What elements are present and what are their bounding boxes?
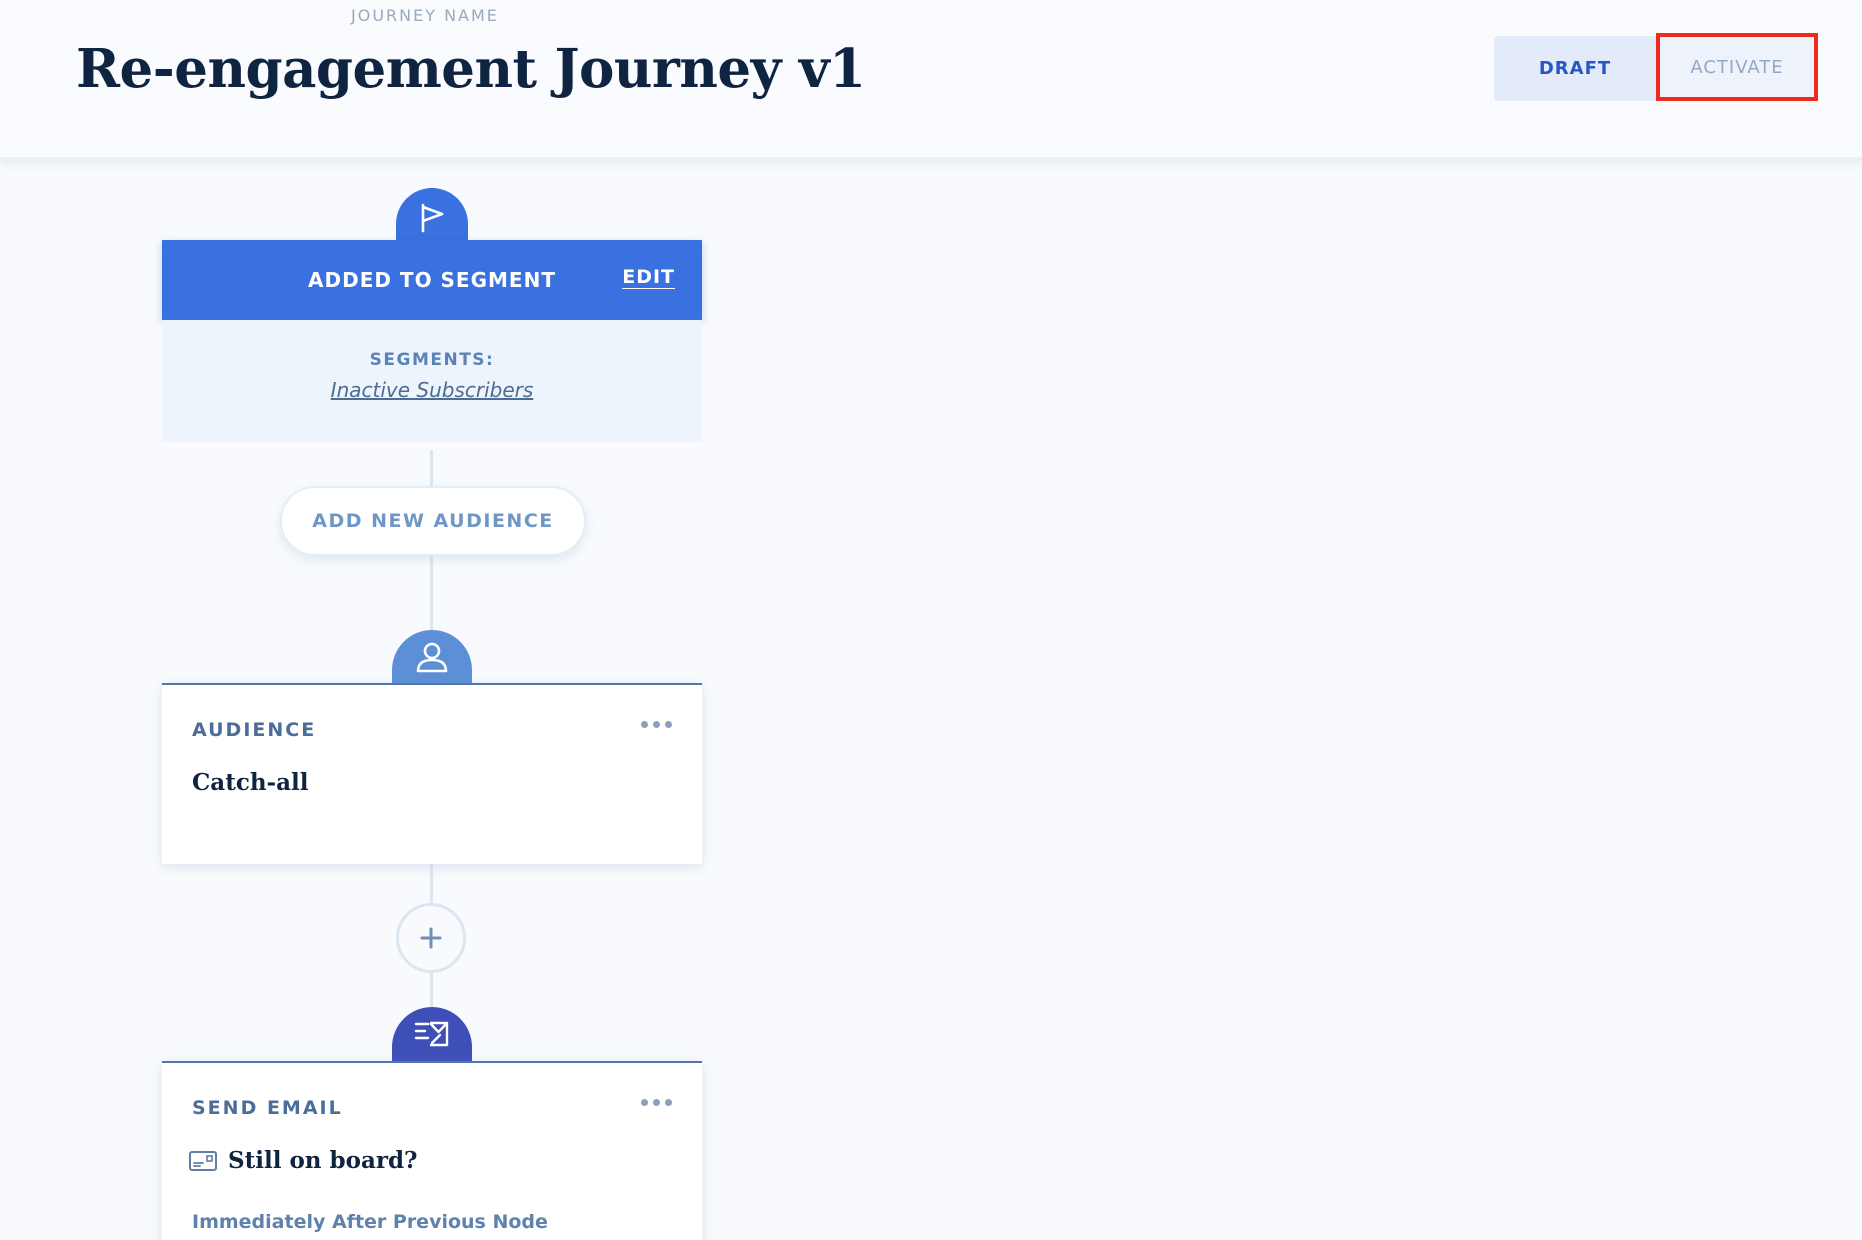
trigger-node-badge <box>396 188 468 248</box>
trigger-node-body: SEGMENTS: Inactive Subscribers <box>162 320 702 442</box>
audience-node-card[interactable]: AUDIENCE Catch-all <box>162 683 702 864</box>
connector-line <box>430 973 433 1007</box>
email-template-row: Still on board? <box>188 1147 418 1174</box>
audience-name: Catch-all <box>192 769 309 796</box>
trigger-title: ADDED TO SEGMENT <box>308 268 556 292</box>
journey-name-label: JOURNEY NAME <box>351 6 499 25</box>
plus-icon <box>420 927 442 949</box>
segment-link[interactable]: Inactive Subscribers <box>162 378 702 402</box>
connector-line <box>430 450 433 486</box>
node-type-label: AUDIENCE <box>192 719 317 741</box>
node-type-label: SEND EMAIL <box>192 1097 343 1119</box>
segments-label: SEGMENTS: <box>369 350 495 370</box>
audience-node-badge <box>392 630 472 684</box>
user-icon <box>416 642 448 673</box>
page-header: JOURNEY NAME Re-engagement Journey v1 DR… <box>0 0 1862 160</box>
email-template-icon <box>189 1150 217 1171</box>
email-node-badge <box>392 1007 472 1061</box>
connector-line <box>430 556 433 630</box>
send-email-icon <box>414 1021 449 1047</box>
flag-icon <box>421 203 444 233</box>
more-options-icon[interactable] <box>641 1099 672 1106</box>
activate-button[interactable]: ACTIVATE <box>1656 33 1818 101</box>
edit-trigger-link[interactable]: EDIT <box>622 266 675 288</box>
add-node-button[interactable] <box>396 903 466 973</box>
trigger-node-header: ADDED TO SEGMENT EDIT <box>162 240 702 320</box>
add-new-audience-button[interactable]: ADD NEW AUDIENCE <box>280 486 586 556</box>
email-timing: Immediately After Previous Node <box>192 1211 548 1233</box>
email-name: Still on board? <box>228 1147 418 1174</box>
more-options-icon[interactable] <box>641 721 672 728</box>
draft-button[interactable]: DRAFT <box>1494 36 1656 101</box>
send-email-node-card[interactable]: SEND EMAIL Still on board? Immediately A… <box>162 1061 702 1240</box>
journey-title[interactable]: Re-engagement Journey v1 <box>76 38 866 100</box>
connector-line <box>430 864 433 903</box>
